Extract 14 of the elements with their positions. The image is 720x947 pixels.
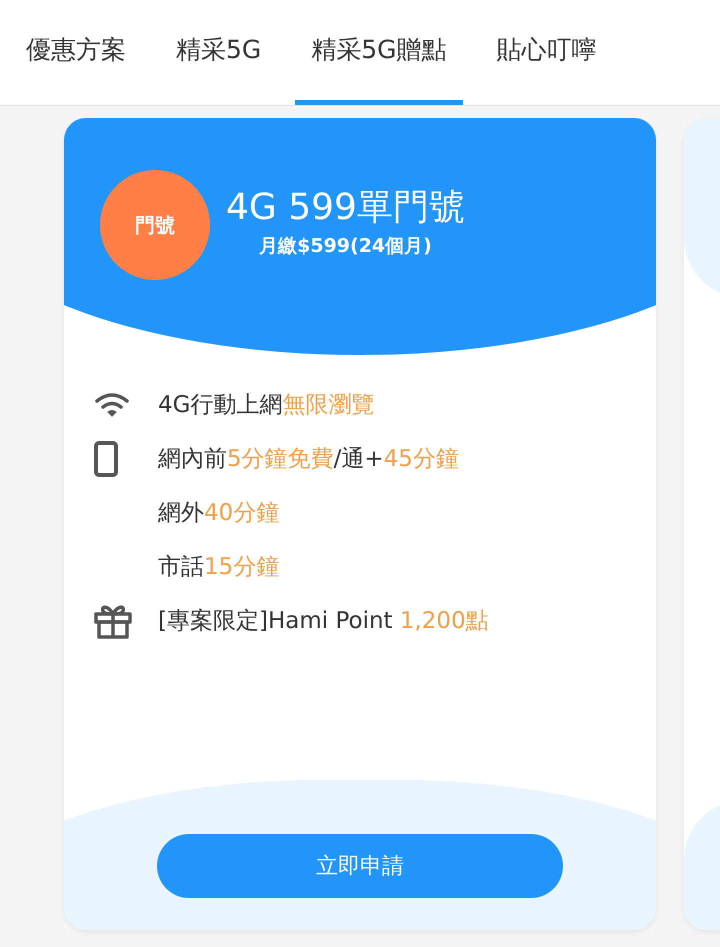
- plan-title: 4G 599單門號: [226, 186, 465, 230]
- wifi-icon: [94, 392, 130, 418]
- tab[interactable]: 精采5G贈點: [295, 0, 463, 105]
- tab[interactable]: 貼心叮嚀: [480, 0, 613, 105]
- phone-icon: [94, 441, 118, 477]
- feature-text: 網內前5分鐘免費/通+45分鐘: [158, 444, 459, 474]
- tab[interactable]: 精采5G: [160, 0, 278, 105]
- feature-text: 市話15分鐘: [158, 552, 280, 582]
- tab[interactable]: 優惠方案: [10, 0, 142, 105]
- gift-icon: [94, 603, 132, 639]
- feature-text: 網外40分鐘: [158, 498, 280, 528]
- feature-text: 4G行動上網無限瀏覽: [158, 390, 374, 420]
- plan-subtitle: 月繳$599(24個月): [259, 234, 432, 259]
- feature-text: [專案限定]Hami Point 1,200點: [158, 606, 489, 636]
